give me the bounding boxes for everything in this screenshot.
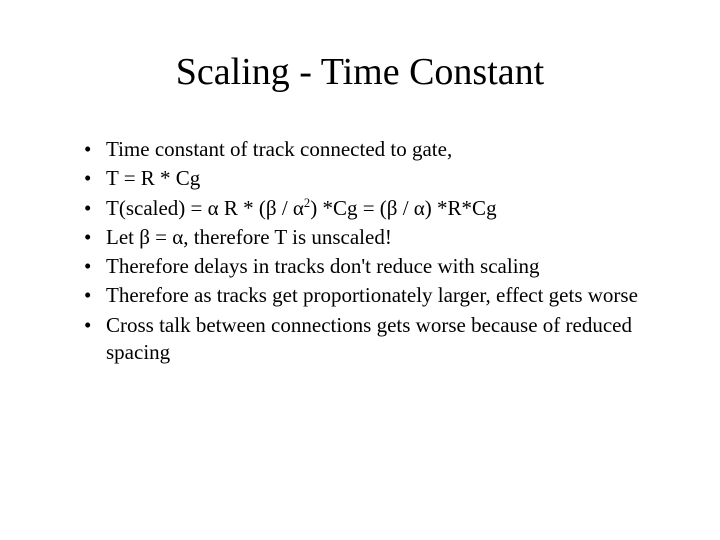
list-item: Therefore as tracks get proportionately … (84, 282, 660, 309)
bullet-text: Time constant of track connected to gate… (106, 137, 452, 161)
bullet-text: Therefore as tracks get proportionately … (106, 283, 638, 307)
slide: Scaling - Time Constant Time constant of… (0, 0, 720, 540)
bullet-text-pre: T(scaled) = α R * (β / α (106, 196, 304, 220)
list-item: Let β = α, therefore T is unscaled! (84, 224, 660, 251)
bullet-text-post: ) *Cg = (β / α) *R*Cg (310, 196, 496, 220)
list-item: Therefore delays in tracks don't reduce … (84, 253, 660, 280)
bullet-text: Let β = α, therefore T is unscaled! (106, 225, 392, 249)
bullet-text: T = R * Cg (106, 166, 200, 190)
list-item: Time constant of track connected to gate… (84, 136, 660, 163)
list-item: T(scaled) = α R * (β / α2) *Cg = (β / α)… (84, 195, 660, 222)
list-item: T = R * Cg (84, 165, 660, 192)
bullet-text: Therefore delays in tracks don't reduce … (106, 254, 540, 278)
list-item: Cross talk between connections gets wors… (84, 312, 660, 367)
bullet-list: Time constant of track connected to gate… (60, 136, 660, 366)
bullet-text: Cross talk between connections gets wors… (106, 313, 632, 364)
slide-title: Scaling - Time Constant (60, 50, 660, 94)
